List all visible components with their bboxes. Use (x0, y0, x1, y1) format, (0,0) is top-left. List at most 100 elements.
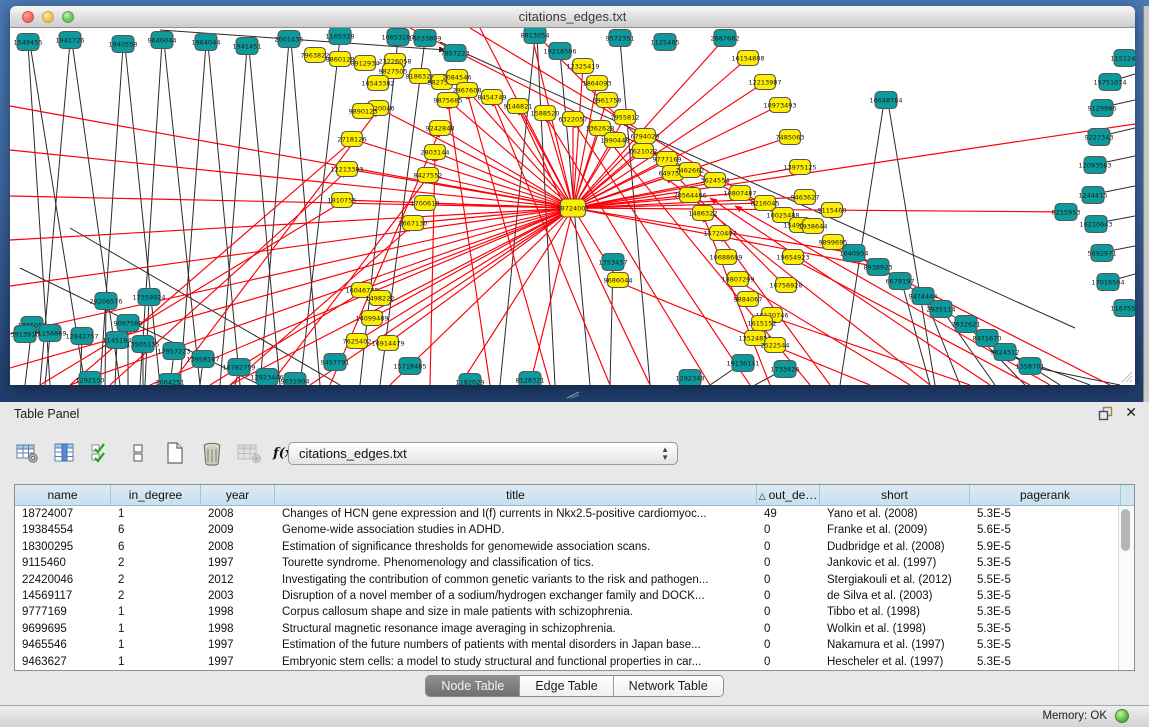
graph-node[interactable]: 20564486 (673, 188, 706, 203)
graph-node[interactable]: 10756928 (769, 278, 802, 293)
graph-edge[interactable] (164, 42, 200, 385)
graph-node[interactable]: 12093583 (1078, 157, 1111, 174)
graph-node[interactable]: 8813054 (521, 28, 550, 44)
graph-node[interactable]: 1964044 (192, 34, 221, 51)
graph-node[interactable]: 1864093 (583, 76, 612, 91)
graph-node[interactable]: 1486322 (689, 206, 718, 221)
graph-node[interactable]: 7625402 (343, 334, 372, 349)
network-window-titlebar[interactable]: citations_edges.txt (10, 6, 1135, 28)
graph-node[interactable]: 1941726 (56, 32, 85, 49)
graph-node[interactable]: 12942757 (65, 328, 98, 345)
column-header-out_de[interactable]: △out_de… (757, 485, 820, 505)
graph-node[interactable]: 12213987 (748, 75, 781, 90)
graph-node[interactable]: 9624512 (991, 344, 1020, 361)
graph-node[interactable]: 1353457 (599, 254, 628, 271)
graph-node[interactable]: 6679197 (886, 273, 915, 290)
graph-node[interactable]: 14099489 (355, 311, 388, 326)
graph-node[interactable]: 6322057 (559, 112, 588, 127)
graph-node[interactable]: 20206576 (89, 293, 122, 310)
show-columns-button[interactable] (51, 440, 77, 466)
graph-node[interactable]: 16154808 (731, 51, 764, 66)
graph-node[interactable]: 12325419 (566, 59, 599, 74)
graph-node[interactable]: 1615152 (748, 316, 777, 331)
graph-edge[interactable] (10, 208, 573, 334)
graph-node[interactable]: 7857223 (441, 45, 470, 62)
graph-node[interactable]: 9115460 (818, 203, 847, 218)
delete-table-button[interactable] (236, 440, 262, 466)
graph-node[interactable]: 7632621 (952, 316, 981, 333)
network-canvas[interactable]: 1549455194172619405589646044196404419414… (10, 28, 1135, 385)
graph-node[interactable]: 2001435 (275, 31, 304, 48)
graph-node[interactable]: 9646044 (148, 32, 177, 49)
graph-edge[interactable] (545, 115, 710, 385)
table-row[interactable]: 946554611997Estimation of the future num… (15, 637, 1134, 653)
splitter-grip[interactable] (566, 391, 580, 399)
graph-node[interactable]: 9884067 (734, 292, 763, 307)
tab-edge-table[interactable]: Edge Table (520, 676, 613, 696)
graph-node[interactable]: 9227343 (1085, 129, 1114, 146)
graph-node[interactable]: 17016504 (1091, 274, 1124, 291)
network-view-window[interactable]: citations_edges.txt 15494551941726194055… (10, 6, 1135, 385)
graph-node[interactable]: 17359924 (132, 289, 165, 306)
graph-edge[interactable] (180, 44, 206, 385)
graph-node[interactable]: 8128321 (516, 372, 545, 386)
graph-edge[interactable] (300, 38, 340, 385)
graph-node[interactable]: 9457791 (321, 354, 350, 371)
graph-node[interactable]: 2935114 (927, 301, 956, 318)
graph-node[interactable]: 7955812 (611, 110, 640, 125)
graph-node[interactable]: 6961758 (593, 93, 622, 108)
graph-node[interactable]: 1292150 (76, 372, 105, 386)
graph-edge[interactable] (270, 177, 428, 385)
graph-node[interactable]: 1498222 (366, 291, 395, 306)
close-panel-icon[interactable]: ✕ (1125, 404, 1137, 421)
column-header-year[interactable]: year (201, 485, 275, 505)
graph-node[interactable]: 9899695 (819, 235, 848, 250)
graph-node[interactable]: 2687682 (711, 30, 740, 47)
graph-node[interactable]: 16210643 (1079, 216, 1112, 233)
table-row[interactable]: 946362711997Embryonic stem cells: a mode… (15, 654, 1134, 670)
table-source-select[interactable]: citations_edges.txt ▲▼ (288, 442, 678, 465)
table-row[interactable]: 1456911722003Disruption of a novel membe… (15, 588, 1134, 604)
network-graph[interactable]: 1549455194172619405589646044196404419414… (10, 28, 1135, 385)
graph-node[interactable]: 1244415 (1079, 187, 1108, 204)
graph-node[interactable]: 2667130 (399, 216, 428, 231)
graph-node[interactable]: 2522544 (761, 338, 790, 353)
graph-node[interactable]: 9097588 (114, 315, 143, 332)
table-row[interactable]: 1830029562008Estimation of significance … (15, 539, 1134, 555)
graph-node[interactable]: 19654923 (776, 250, 809, 265)
table-row[interactable]: 969969511998Structural magnetic resonanc… (15, 621, 1134, 637)
graph-node[interactable]: 8454749 (478, 90, 507, 105)
tab-node-table[interactable]: Node Table (426, 676, 520, 696)
graph-node[interactable]: 8427552 (414, 168, 443, 183)
graph-node[interactable]: 1990448 (601, 133, 630, 148)
graph-node[interactable]: 1941451 (233, 38, 262, 55)
graph-node[interactable]: 2803144 (421, 145, 450, 160)
table-scrollbar[interactable] (1118, 506, 1134, 670)
graph-node[interactable]: 1588520 (531, 106, 560, 121)
graph-node[interactable]: 9686044 (604, 273, 633, 288)
graph-node[interactable]: 1640954 (840, 245, 869, 262)
graph-node[interactable]: 9875685 (434, 93, 463, 108)
graph-node[interactable]: 9890123 (349, 104, 378, 119)
graph-node[interactable]: 16914479 (371, 336, 404, 351)
graph-node[interactable]: 3624554 (701, 173, 730, 188)
graph-edge[interactable] (573, 66, 583, 208)
column-header-pagerank[interactable]: pagerank (970, 485, 1121, 505)
float-panel-icon[interactable] (1098, 406, 1113, 421)
canvas-resize-grip[interactable] (1121, 371, 1133, 383)
graph-node[interactable]: 16033809 (408, 30, 441, 47)
graph-node[interactable]: 1125485 (651, 34, 680, 51)
graph-node[interactable]: 8215953 (1052, 204, 1081, 221)
graph-node[interactable]: 7462662 (676, 163, 705, 178)
row-selection-button[interactable] (88, 440, 114, 466)
graph-node[interactable]: 1940558 (109, 36, 138, 53)
graph-edge[interactable] (10, 208, 573, 286)
graph-node[interactable]: 8938923 (864, 259, 893, 276)
graph-node[interactable]: 16648784 (869, 92, 902, 109)
graph-node[interactable]: 13958167 (186, 351, 219, 368)
graph-node[interactable]: 9031904 (281, 373, 310, 386)
table-row[interactable]: 2242004622012Investigating the contribut… (15, 572, 1134, 588)
graph-node[interactable]: 1182029 (456, 374, 485, 386)
graph-edge[interactable] (430, 154, 435, 385)
graph-edge[interactable] (140, 42, 162, 385)
